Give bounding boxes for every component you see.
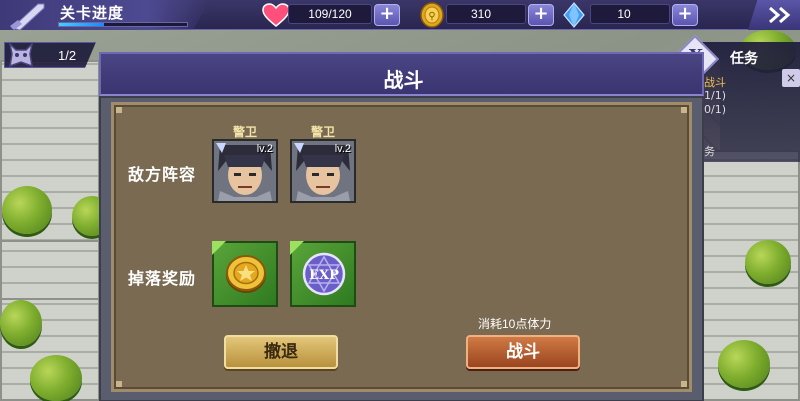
bush bbox=[2, 186, 52, 234]
drop-reward-label: 掉落奖励 bbox=[128, 269, 197, 288]
blue-gem-icon bbox=[563, 2, 585, 28]
stage-progress-fill bbox=[59, 23, 104, 26]
stage-progress-label: 关卡进度 bbox=[60, 4, 125, 22]
frame-corner bbox=[681, 107, 687, 113]
gold-coin-icon bbox=[226, 255, 266, 293]
wave-progress-text: 1/2 bbox=[58, 48, 77, 63]
frame-corner bbox=[681, 381, 687, 387]
guard-portrait: lv.2 bbox=[290, 139, 356, 203]
enemy-lineup-label: 敌方阵容 bbox=[128, 165, 197, 184]
enemy-card[interactable]: 警卫 lv.2 bbox=[212, 123, 278, 205]
double-chevron-right-icon bbox=[769, 6, 791, 24]
task-close-button[interactable]: × bbox=[782, 69, 800, 87]
enemy-level: lv.2 bbox=[334, 143, 351, 155]
coin-value: 310 bbox=[470, 7, 492, 21]
castle-battlement bbox=[0, 240, 100, 300]
add-gems-button[interactable]: + bbox=[672, 4, 698, 26]
frame-corner bbox=[116, 107, 122, 113]
top-resource-bar: 关卡进度 109/120 + ⚲ 310 + 10 + bbox=[0, 0, 800, 30]
enemy-level: lv.2 bbox=[256, 143, 273, 155]
battle-dialog-title: 战斗 bbox=[383, 68, 424, 92]
bush bbox=[0, 300, 42, 346]
svg-text:⚲: ⚲ bbox=[428, 11, 435, 22]
task-line: 战斗 bbox=[704, 76, 726, 89]
bush bbox=[745, 240, 791, 284]
task-line: 0/1) bbox=[704, 103, 726, 116]
bush bbox=[30, 355, 82, 401]
exp-label: EXP bbox=[309, 268, 339, 283]
demon-skull-icon bbox=[8, 41, 34, 68]
task-panel-title: 任务 bbox=[730, 51, 758, 67]
retreat-button[interactable]: 撤退 bbox=[224, 335, 338, 369]
task-line: 1/1) bbox=[704, 89, 726, 102]
reward-slot[interactable]: EXP bbox=[290, 241, 356, 307]
stamina-cost-text: 消耗10点体力 bbox=[478, 317, 552, 331]
battle-dialog-header: 战斗 bbox=[99, 52, 704, 96]
exp-badge-icon: EXP bbox=[302, 252, 346, 296]
battle-dialog-frame: 敌方阵容 警卫 lv.2 警卫 lv.2 掉落奖励 EXP 撤退 消耗10点体力… bbox=[99, 96, 704, 401]
enemy-name: 警卫 bbox=[232, 125, 257, 139]
battle-dialog: 战斗 敌方阵容 警卫 lv.2 警卫 lv.2 掉落奖励 EXP 撤退 消耗10… bbox=[99, 52, 704, 401]
add-stamina-button[interactable]: + bbox=[374, 4, 400, 26]
enemy-card[interactable]: 警卫 lv.2 bbox=[290, 123, 356, 205]
stage-progress-bar bbox=[58, 22, 188, 27]
gem-value: 10 bbox=[617, 7, 631, 21]
enemy-name: 警卫 bbox=[310, 125, 335, 139]
guard-portrait: lv.2 bbox=[212, 139, 278, 203]
bush bbox=[718, 340, 770, 388]
frame-corner bbox=[116, 381, 122, 387]
add-coins-button[interactable]: + bbox=[528, 4, 554, 26]
stamina-value: 109/120 bbox=[308, 7, 352, 21]
battle-dialog-body: 敌方阵容 警卫 lv.2 警卫 lv.2 掉落奖励 EXP 撤退 消耗10点体力… bbox=[111, 102, 692, 392]
crossed-swords-icon bbox=[10, 3, 45, 30]
reward-slot[interactable] bbox=[212, 241, 278, 307]
fight-button[interactable]: 战斗 bbox=[466, 335, 580, 369]
task-line: 务 bbox=[704, 145, 715, 158]
expand-menu-button[interactable] bbox=[748, 0, 800, 30]
heart-stamina-icon bbox=[262, 3, 290, 27]
